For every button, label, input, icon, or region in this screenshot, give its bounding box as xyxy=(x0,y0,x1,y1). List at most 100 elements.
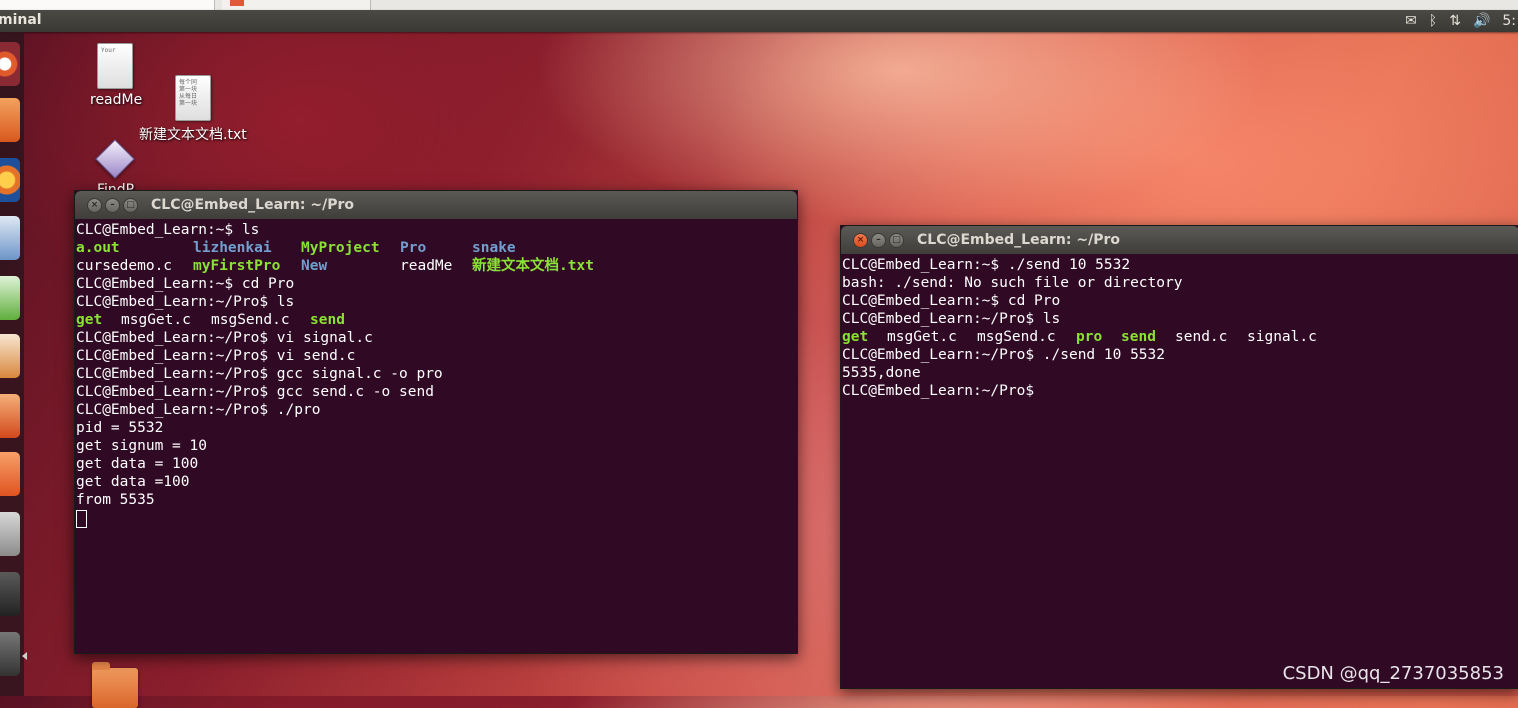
terminal-text: get signum = 10 xyxy=(76,438,207,454)
files-icon[interactable] xyxy=(0,98,20,142)
active-app-title: minal xyxy=(0,12,42,28)
workspace-switcher-icon[interactable] xyxy=(0,632,20,676)
text-cursor xyxy=(76,510,87,528)
terminal-text: 5535,done xyxy=(842,365,921,381)
terminal-line: CLC@Embed_Learn:~/Pro$ gcc signal.c -o p… xyxy=(76,365,797,383)
close-icon[interactable]: × xyxy=(853,233,868,248)
ls-entry: pro xyxy=(1076,329,1103,345)
ubuntu-one-icon[interactable] xyxy=(0,452,20,496)
browser-tab[interactable] xyxy=(222,0,371,10)
terminal-line: CLC@Embed_Learn:~/Pro$ gcc send.c -o sen… xyxy=(76,383,797,401)
terminal-text: bash: ./send: No such file or directory xyxy=(842,275,1183,291)
ls-entry: myFirstPro xyxy=(193,258,281,274)
terminal-text: from 5535 xyxy=(76,492,155,508)
terminal-text: CLC@Embed_Learn:~$ cd Pro xyxy=(842,293,1061,309)
ls-entry: msgGet.c xyxy=(121,312,191,328)
desktop-icon-label: readMe xyxy=(90,92,143,108)
terminal-line: pid = 5532 xyxy=(76,419,797,437)
close-icon[interactable]: × xyxy=(87,198,102,213)
terminal-text: CLC@Embed_Learn:~/Pro$ ./pro xyxy=(76,402,321,418)
terminal-line: CLC@Embed_Learn:~$ ls xyxy=(76,221,797,239)
terminal-text: CLC@Embed_Learn:~/Pro$ vi send.c xyxy=(76,348,356,364)
terminal-text: CLC@Embed_Learn:~/Pro$ ./send 10 5532 xyxy=(842,347,1166,363)
terminal-line: bash: ./send: No such file or directory xyxy=(842,274,1518,292)
libreoffice-impress-icon[interactable] xyxy=(0,334,20,378)
ls-entry: lizhenkai xyxy=(193,240,272,256)
desktop-icon-label: 新建文本文档.txt xyxy=(139,127,247,143)
terminal-text: CLC@Embed_Learn:~/Pro$ xyxy=(842,383,1035,399)
watermark: CSDN @qq_2737035853 xyxy=(1282,663,1504,684)
desktop-folder[interactable] xyxy=(92,668,138,708)
terminal-line: 5535,done xyxy=(842,364,1518,382)
terminal-line: CLC@Embed_Learn:~/Pro$ vi signal.c xyxy=(76,329,797,347)
system-settings-icon[interactable] xyxy=(0,512,20,556)
ls-entry: msgSend.c xyxy=(977,329,1056,345)
ls-entry: snake xyxy=(472,240,516,256)
terminal-line: CLC@Embed_Learn:~$ cd Pro xyxy=(842,292,1518,310)
ls-entry: get xyxy=(76,312,103,328)
ubuntu-software-icon[interactable] xyxy=(0,394,20,438)
ls-entry: msgSend.c xyxy=(211,312,290,328)
title-bar[interactable]: × – □ CLC@Embed_Learn: ~/Pro xyxy=(75,191,797,219)
network-icon[interactable]: ⇅ xyxy=(1449,10,1461,32)
terminal-output[interactable]: CLC@Embed_Learn:~$ ./send 10 5532 bash: .… xyxy=(841,254,1518,400)
ls-entry: a.out xyxy=(76,240,120,256)
text-file-icon: Your xyxy=(97,43,133,89)
ls-entry: signal.c xyxy=(1247,329,1317,345)
ls-entry: send xyxy=(310,312,345,328)
browser-tab[interactable] xyxy=(0,0,215,10)
ls-entry: cursedemo.c xyxy=(76,258,173,274)
maximize-icon[interactable]: □ xyxy=(123,198,138,213)
window-title: CLC@Embed_Learn: ~/Pro xyxy=(917,232,1120,248)
launcher xyxy=(0,32,27,696)
libreoffice-calc-icon[interactable] xyxy=(0,276,20,320)
terminal-output[interactable]: CLC@Embed_Learn:~$ ls a.out lizhenkai MyPro… xyxy=(75,219,797,528)
terminal-text: CLC@Embed_Learn:~/Pro$ gcc send.c -o sen… xyxy=(76,384,434,400)
terminal-text: get data =100 xyxy=(76,474,190,490)
terminal-window-right[interactable]: × – □ CLC@Embed_Learn: ~/Pro CLC@Embed_L… xyxy=(840,225,1518,689)
terminal-line: CLC@Embed_Learn:~/Pro$ vi send.c xyxy=(76,347,797,365)
terminal-text: CLC@Embed_Learn:~/Pro$ vi signal.c xyxy=(76,330,373,346)
ls-entry: readMe xyxy=(400,258,453,274)
libreoffice-writer-icon[interactable] xyxy=(0,216,20,260)
clock[interactable]: 5: xyxy=(1502,10,1516,32)
terminal-window-left[interactable]: × – □ CLC@Embed_Learn: ~/Pro CLC@Embed_L… xyxy=(74,190,798,654)
terminal-line: get msgGet.c msgSend.c send xyxy=(76,311,797,329)
firefox-icon[interactable] xyxy=(0,158,20,202)
minimize-icon[interactable]: – xyxy=(105,198,120,213)
ubuntu-dash-icon[interactable] xyxy=(0,42,20,86)
mail-icon[interactable]: ✉ xyxy=(1405,10,1417,32)
title-bar[interactable]: × – □ CLC@Embed_Learn: ~/Pro xyxy=(841,226,1518,254)
terminal-line: CLC@Embed_Learn:~$ cd Pro xyxy=(76,275,797,293)
package-icon xyxy=(95,139,135,179)
desktop-icon-readme[interactable]: Your xyxy=(97,43,133,89)
folder-icon xyxy=(92,668,138,708)
terminal-line: CLC@Embed_Learn:~$ ./send 10 5532 xyxy=(842,256,1518,274)
terminal-line: CLC@Embed_Learn:~/Pro$ xyxy=(842,382,1518,400)
volume-icon[interactable]: 🔊 xyxy=(1473,10,1490,32)
ls-entry: New xyxy=(301,258,328,274)
ls-entry: Pro xyxy=(400,240,427,256)
desktop-icon-txt[interactable]: 每个同 第一块 从每日 第一块 xyxy=(175,75,211,121)
terminal-line: get signum = 10 xyxy=(76,437,797,455)
terminal-line: CLC@Embed_Learn:~/Pro$ ls xyxy=(76,293,797,311)
bluetooth-icon[interactable]: ᛒ xyxy=(1429,10,1437,32)
ls-entry: send xyxy=(1121,329,1156,345)
desktop-icon-findp[interactable] xyxy=(95,139,135,179)
text-file-icon: 每个同 第一块 从每日 第一块 xyxy=(175,75,211,121)
top-panel: minal ✉ ᛒ ⇅ 🔊 5: xyxy=(0,10,1518,32)
terminal-line: CLC@Embed_Learn:~/Pro$ ls xyxy=(842,310,1518,328)
terminal-text: CLC@Embed_Learn:~$ ./send 10 5532 xyxy=(842,257,1131,273)
maximize-icon[interactable]: □ xyxy=(889,233,904,248)
minimize-icon[interactable]: – xyxy=(871,233,886,248)
terminal-line: cursedemo.c myFirstPro New readMe 新建文本文档.txt xyxy=(76,257,797,275)
terminal-icon[interactable] xyxy=(0,572,20,616)
ls-entry: get xyxy=(842,329,869,345)
indicator-area: ✉ ᛒ ⇅ 🔊 5: xyxy=(1405,10,1518,32)
ls-entry: send.c xyxy=(1175,329,1228,345)
terminal-line: get msgGet.c msgSend.c pro send send.c signal.… xyxy=(842,328,1518,346)
terminal-line: get data = 100 xyxy=(76,455,797,473)
ls-entry: 新建文本文档.txt xyxy=(472,258,594,274)
terminal-text: CLC@Embed_Learn:~/Pro$ gcc signal.c -o p… xyxy=(76,366,443,382)
running-indicator xyxy=(22,652,27,660)
